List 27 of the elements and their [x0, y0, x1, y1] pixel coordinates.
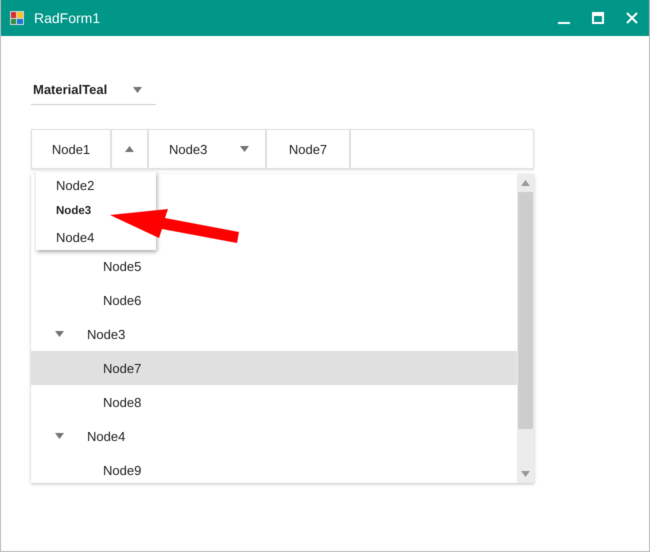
menu-item[interactable]: Node3 — [56, 205, 92, 217]
tree-row[interactable]: Node9 — [31, 453, 517, 483]
app-icon — [10, 11, 24, 25]
caret-icon — [133, 86, 142, 92]
breadcrumb-item[interactable]: Node7 — [267, 130, 351, 168]
theme-dropdown[interactable]: MaterialTeal — [31, 75, 156, 105]
menu-item[interactable]: Node2 — [56, 178, 94, 192]
tree-node[interactable]: Node8 — [103, 394, 142, 410]
tree-node[interactable]: Node3 — [87, 326, 126, 342]
minimize-icon — [558, 22, 570, 24]
tree-row[interactable]: Node7 — [31, 351, 517, 385]
window-title: RadForm1 — [34, 10, 100, 26]
tree-row[interactable]: Node5 — [31, 249, 517, 283]
breadcrumb-item[interactable]: Node1 — [32, 130, 112, 168]
tree-node[interactable]: Node6 — [103, 292, 142, 308]
menu-item[interactable]: Node4 — [56, 230, 94, 244]
tree-node[interactable]: Node4 — [87, 428, 126, 444]
breadcrumb-label: Node3 — [169, 142, 208, 156]
maximize-icon — [592, 12, 604, 24]
tree-row[interactable]: Node6 — [31, 283, 517, 317]
breadcrumb-item[interactable]: Node3 — [149, 130, 267, 168]
tree-node[interactable]: Node7 — [103, 360, 142, 376]
tree-node[interactable]: Node9 — [103, 462, 142, 478]
tree-node[interactable]: Node5 — [103, 258, 142, 274]
close-icon — [626, 12, 638, 24]
tree-row[interactable]: Node8 — [31, 385, 517, 419]
scrollbar[interactable] — [517, 174, 534, 483]
